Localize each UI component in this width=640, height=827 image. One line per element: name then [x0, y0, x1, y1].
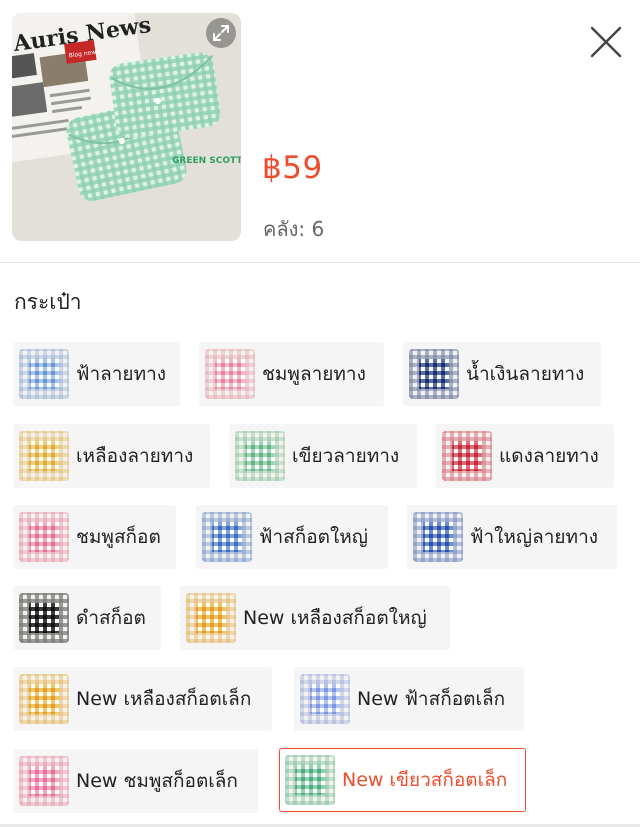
- variant-thumbnail: [19, 512, 69, 562]
- variant-option[interactable]: แดงลายทาง: [436, 424, 614, 488]
- variant-label: New ฟ้าสก็อตเล็ก: [357, 688, 506, 710]
- variant-label: New เหลืองสก็อตเล็ก: [76, 688, 252, 710]
- close-button[interactable]: [586, 22, 626, 62]
- variant-label: ชมพูลายทาง: [262, 363, 366, 385]
- variant-label: ฟ้าสก็อตใหญ่: [259, 526, 368, 548]
- variant-thumbnail: [442, 431, 492, 481]
- variant-thumbnail: [409, 349, 459, 399]
- stock-info: คลัง: 6: [263, 213, 324, 245]
- variant-option[interactable]: ชมพูสก็อต: [13, 505, 176, 569]
- variant-label: เหลืองลายทาง: [76, 445, 194, 467]
- variant-thumbnail: [19, 431, 69, 481]
- variant-label: น้ำเงินลายทาง: [466, 363, 585, 385]
- variant-label: New เขียวสก็อตเล็ก: [342, 769, 508, 791]
- variant-option[interactable]: น้ำเงินลายทาง: [403, 342, 601, 406]
- expand-icon: [213, 25, 229, 41]
- variant-thumbnail: [202, 512, 252, 562]
- product-summary: Auris News Blog news GREEN SCOTT ฿59 คลั…: [0, 0, 640, 263]
- variant-thumbnail: [186, 593, 236, 643]
- variant-option[interactable]: New ฟ้าสก็อตเล็ก: [294, 667, 524, 731]
- photo-caption: GREEN SCOTT: [172, 156, 241, 166]
- product-photo: Auris News Blog news GREEN SCOTT: [12, 13, 241, 241]
- product-price: ฿59: [262, 150, 323, 186]
- divider: [0, 262, 640, 263]
- variant-thumbnail: [285, 755, 335, 805]
- variant-thumbnail: [19, 349, 69, 399]
- variation-title: กระเป๋า: [14, 290, 82, 314]
- variant-thumbnail: [19, 756, 69, 806]
- variant-option[interactable]: ชมพูลายทาง: [199, 342, 384, 406]
- variant-option[interactable]: ฟ้าลายทาง: [13, 342, 180, 406]
- variant-label: ฟ้าลายทาง: [76, 363, 167, 385]
- variant-option[interactable]: New ชมพูสก็อตเล็ก: [13, 749, 258, 813]
- variant-thumbnail: [19, 593, 69, 643]
- variant-label: ฟ้าใหญ่ลายทาง: [470, 526, 599, 548]
- variant-label: New เหลืองสก็อตใหญ่: [243, 607, 427, 629]
- variant-label: ดำสก็อต: [76, 607, 146, 629]
- variant-thumbnail: [413, 512, 463, 562]
- variant-option[interactable]: ฟ้าสก็อตใหญ่: [196, 505, 388, 569]
- variant-thumbnail: [235, 431, 285, 481]
- variant-option[interactable]: ดำสก็อต: [13, 586, 161, 650]
- variant-option[interactable]: New เหลืองสก็อตเล็ก: [13, 667, 272, 731]
- close-icon: [590, 26, 622, 58]
- variant-option-selected[interactable]: New เขียวสก็อตเล็ก: [279, 748, 526, 812]
- variant-option[interactable]: ฟ้าใหญ่ลายทาง: [407, 505, 617, 569]
- expand-image-button[interactable]: [206, 18, 236, 48]
- variant-label: แดงลายทาง: [499, 445, 599, 467]
- variant-label: ชมพูสก็อต: [76, 526, 161, 548]
- variant-option[interactable]: เขียวลายทาง: [229, 424, 417, 488]
- variant-option[interactable]: New เหลืองสก็อตใหญ่: [180, 586, 450, 650]
- variant-option[interactable]: เหลืองลายทาง: [13, 424, 210, 488]
- variant-label: เขียวลายทาง: [292, 445, 400, 467]
- variant-thumbnail: [19, 674, 69, 724]
- product-image[interactable]: Auris News Blog news GREEN SCOTT: [12, 13, 241, 241]
- variant-label: New ชมพูสก็อตเล็ก: [76, 770, 238, 792]
- variant-thumbnail: [205, 349, 255, 399]
- stock-label: คลัง:: [263, 217, 306, 241]
- stock-value: 6: [311, 217, 325, 241]
- variant-thumbnail: [300, 674, 350, 724]
